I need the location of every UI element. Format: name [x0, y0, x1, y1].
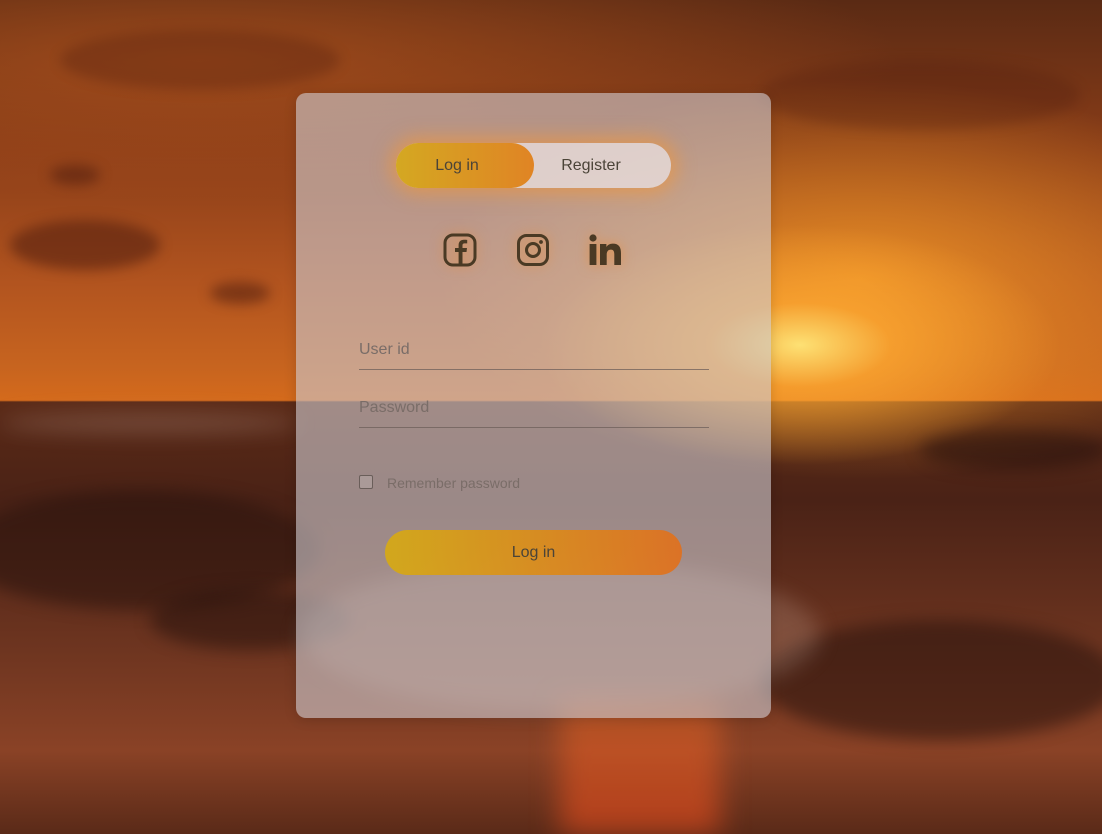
login-card: Log in Register User id Password Remembe…	[296, 93, 771, 718]
user-id-placeholder: User id	[359, 341, 410, 358]
remember-password-checkbox[interactable]	[359, 475, 373, 489]
cloud	[760, 60, 1080, 130]
cloud	[10, 220, 160, 270]
user-id-field[interactable]: User id	[359, 333, 709, 370]
remember-password-row: Remember password	[359, 473, 520, 491]
cloud	[50, 165, 100, 185]
login-submit-button[interactable]: Log in	[385, 530, 682, 575]
sun-reflection	[560, 700, 720, 834]
cloud	[210, 282, 270, 304]
auth-tab-switch: Log in Register	[396, 143, 671, 188]
remember-password-label[interactable]: Remember password	[387, 475, 520, 491]
tab-register[interactable]: Register	[534, 143, 648, 188]
password-field[interactable]: Password	[359, 391, 709, 428]
tab-login[interactable]: Log in	[396, 143, 518, 188]
foam	[0, 412, 300, 434]
instagram-icon[interactable]	[514, 231, 552, 269]
wave	[920, 430, 1102, 470]
facebook-icon[interactable]	[441, 231, 479, 269]
password-placeholder: Password	[359, 399, 430, 416]
cloud	[60, 30, 340, 90]
linkedin-icon[interactable]	[587, 231, 625, 269]
